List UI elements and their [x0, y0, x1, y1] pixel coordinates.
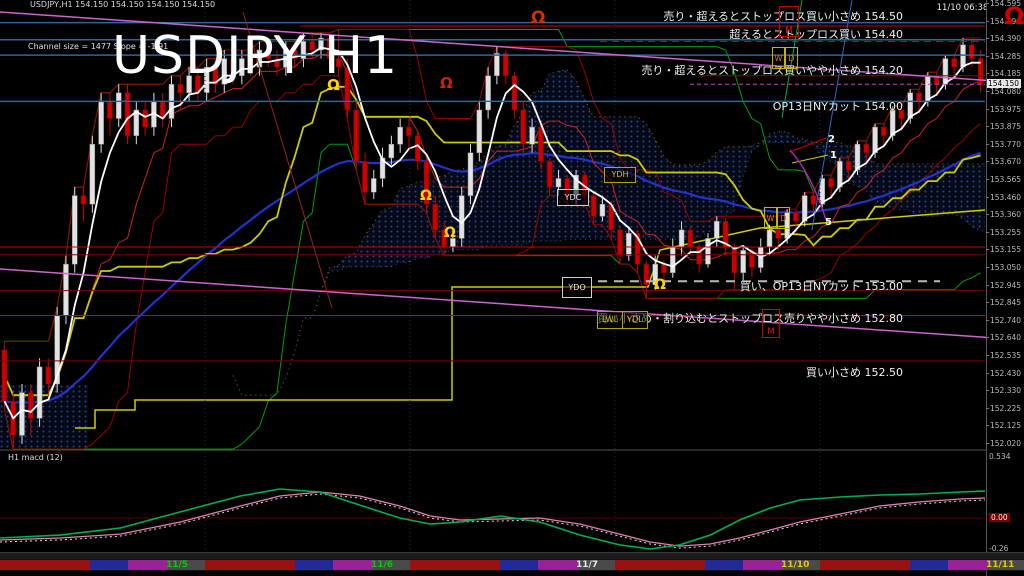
pivot-cell-d: D: [777, 207, 790, 229]
axis-tick: 153.975: [990, 105, 1021, 114]
week-day-pivot-marker: WD: [764, 207, 790, 229]
symbol-watermark: USDJPY H1: [112, 26, 398, 86]
session-segment: [90, 560, 128, 570]
axis-tick: 152.020: [990, 439, 1021, 448]
session-segment: [128, 560, 168, 570]
pivot-label-ydl: YDL: [622, 311, 648, 329]
date-label[interactable]: 11/7: [576, 559, 598, 571]
session-segment: [295, 560, 333, 570]
pivot-cell-d: D: [785, 47, 798, 69]
axis-tick: 152.640: [990, 333, 1021, 342]
trading-chart-window: USDJPY,H1 154.150 154.150 154.150 154.15…: [0, 0, 1024, 576]
axis-tick: 152.125: [990, 421, 1021, 430]
session-segment: [615, 560, 705, 570]
axis-tick: 153.875: [990, 122, 1021, 131]
axis-tick: 153.255: [990, 228, 1021, 237]
axis-tick: 152.225: [990, 404, 1021, 413]
time-axis-strip[interactable]: 11/5 11/6 11/7 11/10 11/11: [0, 559, 1024, 571]
pivot-label-lwl: LWL: [597, 311, 623, 329]
window-title: USDJPY,H1 154.150 154.150 154.150 154.15…: [30, 0, 215, 9]
week-day-pivot-marker: WD: [772, 47, 798, 69]
axis-tick: 152.740: [990, 316, 1021, 325]
omega-marker: Ω: [440, 76, 453, 91]
pivot-label-ydo: YDO: [562, 277, 592, 298]
omega-marker: Ω: [654, 278, 666, 292]
session-segment: [910, 560, 948, 570]
order-annotation: 買い小さめ 152.50: [806, 364, 903, 380]
wave-count-label: 2: [828, 134, 835, 145]
pivot-label-ydh: YDH: [604, 167, 636, 183]
axis-tick: 153.565: [990, 175, 1021, 184]
axis-tick: 154.080: [990, 87, 1021, 96]
axis-tick: 153.770: [990, 140, 1021, 149]
macd-axis-tick: 0.534: [989, 452, 1010, 461]
wave-count-label: 5: [825, 217, 832, 228]
session-segment: [205, 560, 295, 570]
monthly-pivot-marker: M: [762, 309, 780, 338]
date-label[interactable]: 11/5: [166, 559, 188, 571]
pivot-label-ydc: YDC: [557, 189, 589, 206]
axis-tick: 152.430: [990, 369, 1021, 378]
macd-axis-tick: 0.00: [989, 513, 1010, 522]
omega-marker: Ω: [531, 10, 545, 27]
main-plot: [0, 29, 1007, 449]
omega-marker: Ω: [1004, 4, 1024, 28]
macd-indicator-label: H1 macd (12): [8, 453, 63, 462]
date-label[interactable]: 11/10: [781, 559, 809, 571]
omega-marker: Ω: [444, 226, 456, 240]
axis-tick: 153.360: [990, 210, 1021, 219]
axis-tick: 154.285: [990, 52, 1021, 61]
session-segment: [538, 560, 578, 570]
axis-tick: 153.155: [990, 245, 1021, 254]
price-axis[interactable]: 154.595154.490154.390154.285154.185154.0…: [986, 0, 1024, 576]
order-annotation: 超えるとストップロス買い 154.40: [729, 26, 903, 42]
order-annotation: 買い、OP13日NYカット 153.00: [740, 278, 903, 294]
session-segment: [948, 560, 988, 570]
axis-tick: 153.670: [990, 157, 1021, 166]
session-segment: [500, 560, 538, 570]
wave-count-label: 1: [830, 150, 837, 161]
axis-tick: 152.845: [990, 298, 1021, 307]
date-label[interactable]: 11/6: [371, 559, 393, 571]
session-segment: [705, 560, 743, 570]
session-segment: [0, 560, 90, 570]
monthly-pivot-marker: M: [779, 6, 799, 37]
axis-tick: 154.185: [990, 69, 1021, 78]
axis-tick: 153.050: [990, 263, 1021, 272]
session-segment: [743, 560, 783, 570]
pivot-cell-w: W: [764, 207, 777, 229]
session-segment: [410, 560, 500, 570]
date-label[interactable]: 11/11: [986, 559, 1014, 571]
omega-marker: Ω: [420, 189, 432, 203]
pivot-cell-w: W: [772, 47, 785, 69]
session-segment: [333, 560, 373, 570]
omega-marker: Ω: [327, 78, 340, 93]
order-annotation: OP13日NYカット 154.00: [773, 98, 903, 114]
axis-tick: 154.390: [990, 34, 1021, 43]
session-segment: [820, 560, 910, 570]
axis-tick: 152.945: [990, 281, 1021, 290]
axis-tick: 152.535: [990, 351, 1021, 360]
current-price-box: 154.150: [987, 79, 1021, 88]
axis-tick: 153.460: [990, 193, 1021, 202]
axis-tick: 152.330: [990, 386, 1021, 395]
